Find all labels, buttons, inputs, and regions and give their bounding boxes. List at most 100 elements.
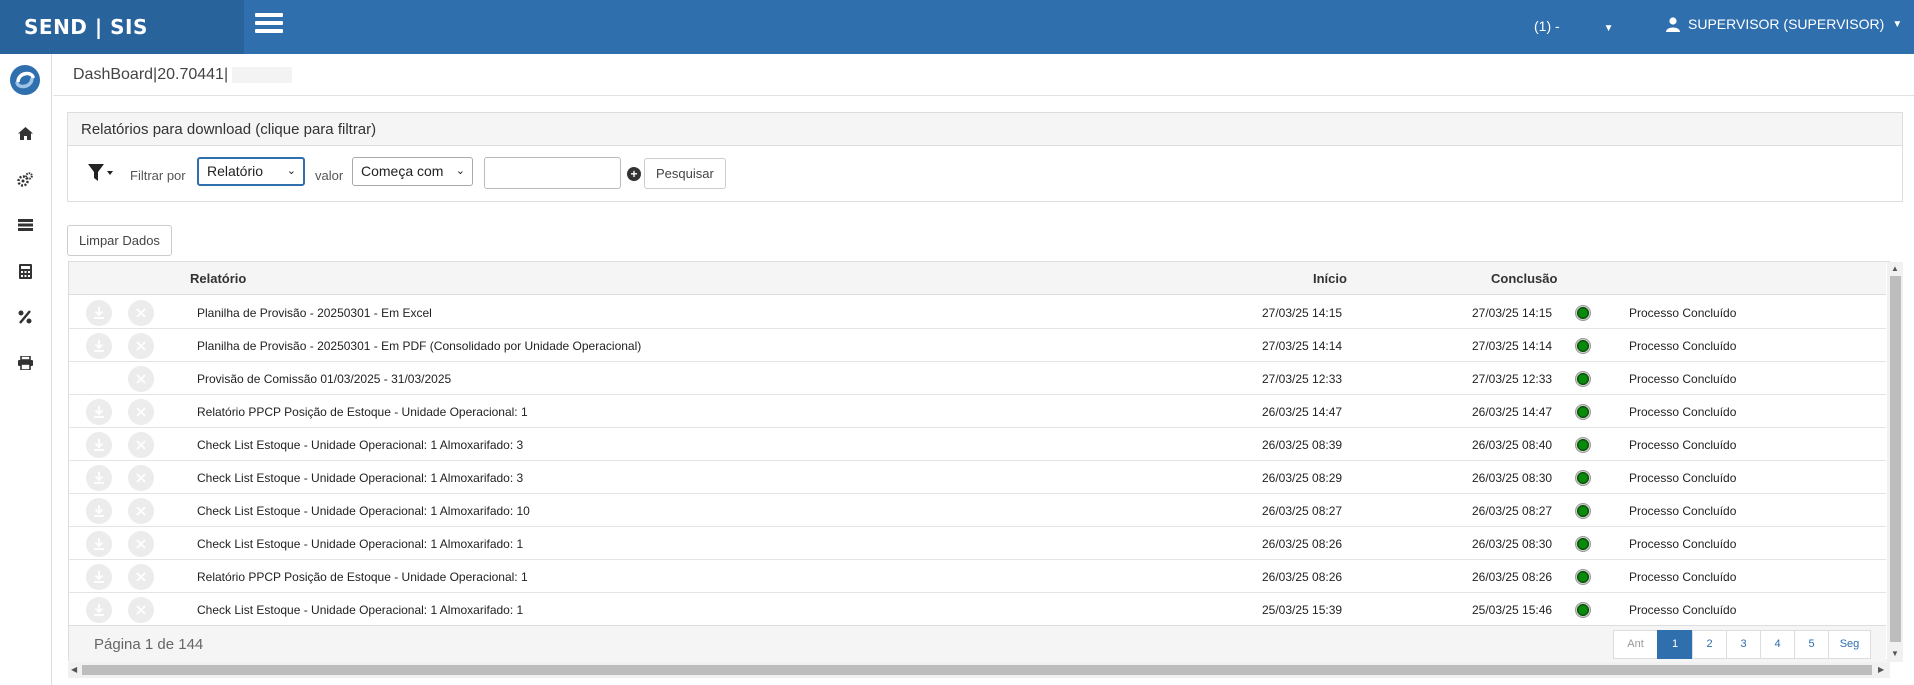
status-indicator-icon <box>1575 437 1591 453</box>
page-button[interactable]: 5 <box>1794 630 1829 659</box>
status-text: Processo Concluído <box>1629 405 1737 419</box>
breadcrumb: DashBoard|20.70441| <box>73 66 293 84</box>
list-icon[interactable] <box>14 214 36 236</box>
filter-panel-title[interactable]: Relatórios para download (clique para fi… <box>68 113 1902 146</box>
delete-icon[interactable] <box>128 531 154 557</box>
report-name: Check List Estoque - Unidade Operacional… <box>197 471 524 485</box>
home-icon[interactable] <box>14 122 36 144</box>
chevron-down-icon: ▼ <box>1892 18 1903 30</box>
end-time: 26/03/25 14:47 <box>1472 405 1553 419</box>
table-row: Check List Estoque - Unidade Operacional… <box>69 461 1886 494</box>
reports-table: Relatório Início Conclusão Planilha de P… <box>68 261 1890 662</box>
download-icon[interactable] <box>86 333 112 359</box>
status-indicator-icon <box>1575 338 1591 354</box>
sendsis-logo-icon[interactable] <box>9 64 41 96</box>
chevron-down-icon: ⌄ <box>286 165 296 177</box>
redacted-area <box>232 66 293 83</box>
report-name: Check List Estoque - Unidade Operacional… <box>197 504 530 518</box>
delete-icon[interactable] <box>128 465 154 491</box>
scroll-right-icon[interactable]: ▶ <box>1878 665 1884 674</box>
status-indicator-icon <box>1575 404 1591 420</box>
download-icon[interactable] <box>86 399 112 425</box>
delete-icon[interactable] <box>128 399 154 425</box>
status-text: Processo Concluído <box>1629 438 1737 452</box>
status-text: Processo Concluído <box>1629 570 1737 584</box>
scroll-left-icon[interactable]: ◀ <box>71 665 77 674</box>
status-text: Processo Concluído <box>1629 306 1737 320</box>
brand-title[interactable]: SEND | SIS <box>0 0 244 54</box>
delete-icon[interactable] <box>128 498 154 524</box>
delete-icon[interactable] <box>128 564 154 590</box>
download-icon[interactable] <box>86 465 112 491</box>
scroll-thumb[interactable] <box>1890 276 1901 642</box>
page-button[interactable]: 2 <box>1692 630 1727 659</box>
page-button[interactable]: 3 <box>1726 630 1761 659</box>
prev-page-button[interactable]: Ant <box>1613 630 1658 659</box>
hamburger-menu-icon[interactable] <box>255 13 283 35</box>
report-name: Planilha de Provisão - 20250301 - Em Exc… <box>197 306 432 320</box>
download-icon[interactable] <box>86 597 112 623</box>
user-dropdown[interactable]: SUPERVISOR (SUPERVISOR) ▼ <box>1666 16 1902 32</box>
column-start[interactable]: Início <box>1313 271 1347 286</box>
download-icon[interactable] <box>86 432 112 458</box>
end-time: 26/03/25 08:26 <box>1472 570 1553 584</box>
delete-icon[interactable] <box>128 432 154 458</box>
print-icon[interactable] <box>14 352 36 374</box>
delete-icon[interactable] <box>128 597 154 623</box>
chevron-down-icon: ▼ <box>1603 23 1614 34</box>
status-indicator-icon <box>1575 503 1591 519</box>
start-time: 26/03/25 14:47 <box>1262 405 1343 419</box>
gears-icon[interactable] <box>14 168 36 190</box>
table-header: Relatório Início Conclusão <box>69 262 1886 295</box>
status-text: Processo Concluído <box>1629 603 1737 617</box>
download-icon[interactable] <box>86 300 112 326</box>
add-filter-icon[interactable]: + <box>627 167 641 181</box>
vertical-scrollbar[interactable]: ▲ ▼ <box>1887 262 1903 662</box>
download-icon[interactable] <box>86 564 112 590</box>
end-time: 26/03/25 08:40 <box>1472 438 1553 452</box>
table-footer: Página 1 de 144 Ant 1 2 3 4 5 Seg <box>69 625 1886 662</box>
table-row: Check List Estoque - Unidade Operacional… <box>69 494 1886 527</box>
delete-icon[interactable] <box>128 333 154 359</box>
start-time: 27/03/25 12:33 <box>1262 372 1343 386</box>
filter-field-select[interactable]: Relatório ⌄ <box>197 157 305 186</box>
chevron-down-icon: ⌄ <box>455 165 465 177</box>
condition-value: Começa com <box>361 163 444 179</box>
table-row: Relatório PPCP Posição de Estoque - Unid… <box>69 560 1886 593</box>
download-icon[interactable] <box>86 498 112 524</box>
report-name: Check List Estoque - Unidade Operacional… <box>197 603 524 617</box>
download-icon[interactable] <box>86 531 112 557</box>
end-time: 26/03/25 08:27 <box>1472 504 1553 518</box>
report-name: Planilha de Provisão - 20250301 - Em PDF… <box>197 339 642 353</box>
calculator-icon[interactable] <box>14 260 36 282</box>
percent-icon[interactable] <box>14 306 36 328</box>
delete-icon[interactable] <box>128 300 154 326</box>
start-time: 26/03/25 08:27 <box>1262 504 1343 518</box>
page-button[interactable]: 4 <box>1760 630 1795 659</box>
clear-data-button[interactable]: Limpar Dados <box>67 225 172 256</box>
next-page-button[interactable]: Seg <box>1828 630 1871 659</box>
condition-select[interactable]: Começa com ⌄ <box>352 157 473 186</box>
end-time: 27/03/25 12:33 <box>1472 372 1553 386</box>
user-name: SUPERVISOR (SUPERVISOR) <box>1688 16 1885 32</box>
status-text: Processo Concluído <box>1629 471 1737 485</box>
table-row: Check List Estoque - Unidade Operacional… <box>69 428 1886 461</box>
breadcrumb-bar: DashBoard|20.70441| <box>53 54 1914 96</box>
end-time: 26/03/25 08:30 <box>1472 471 1553 485</box>
horizontal-scrollbar[interactable]: ◀ ▶ <box>68 662 1890 678</box>
column-report[interactable]: Relatório <box>190 271 246 286</box>
table-row: Relatório PPCP Posição de Estoque - Unid… <box>69 395 1886 428</box>
scroll-up-icon[interactable]: ▲ <box>1891 264 1899 273</box>
column-end[interactable]: Conclusão <box>1491 271 1557 286</box>
end-time: 27/03/25 14:15 <box>1472 306 1553 320</box>
page-button[interactable]: 1 <box>1657 630 1693 659</box>
unit-dropdown[interactable]: (1) - ▼ <box>1534 18 1613 34</box>
search-button[interactable]: Pesquisar <box>644 158 726 189</box>
search-value-input[interactable] <box>484 157 621 189</box>
delete-icon[interactable] <box>128 366 154 392</box>
scroll-down-icon[interactable]: ▼ <box>1891 649 1899 658</box>
filter-funnel-icon[interactable] <box>88 164 116 187</box>
start-time: 27/03/25 14:15 <box>1262 306 1343 320</box>
scroll-thumb[interactable] <box>82 665 1872 675</box>
filter-field-value: Relatório <box>207 163 264 179</box>
